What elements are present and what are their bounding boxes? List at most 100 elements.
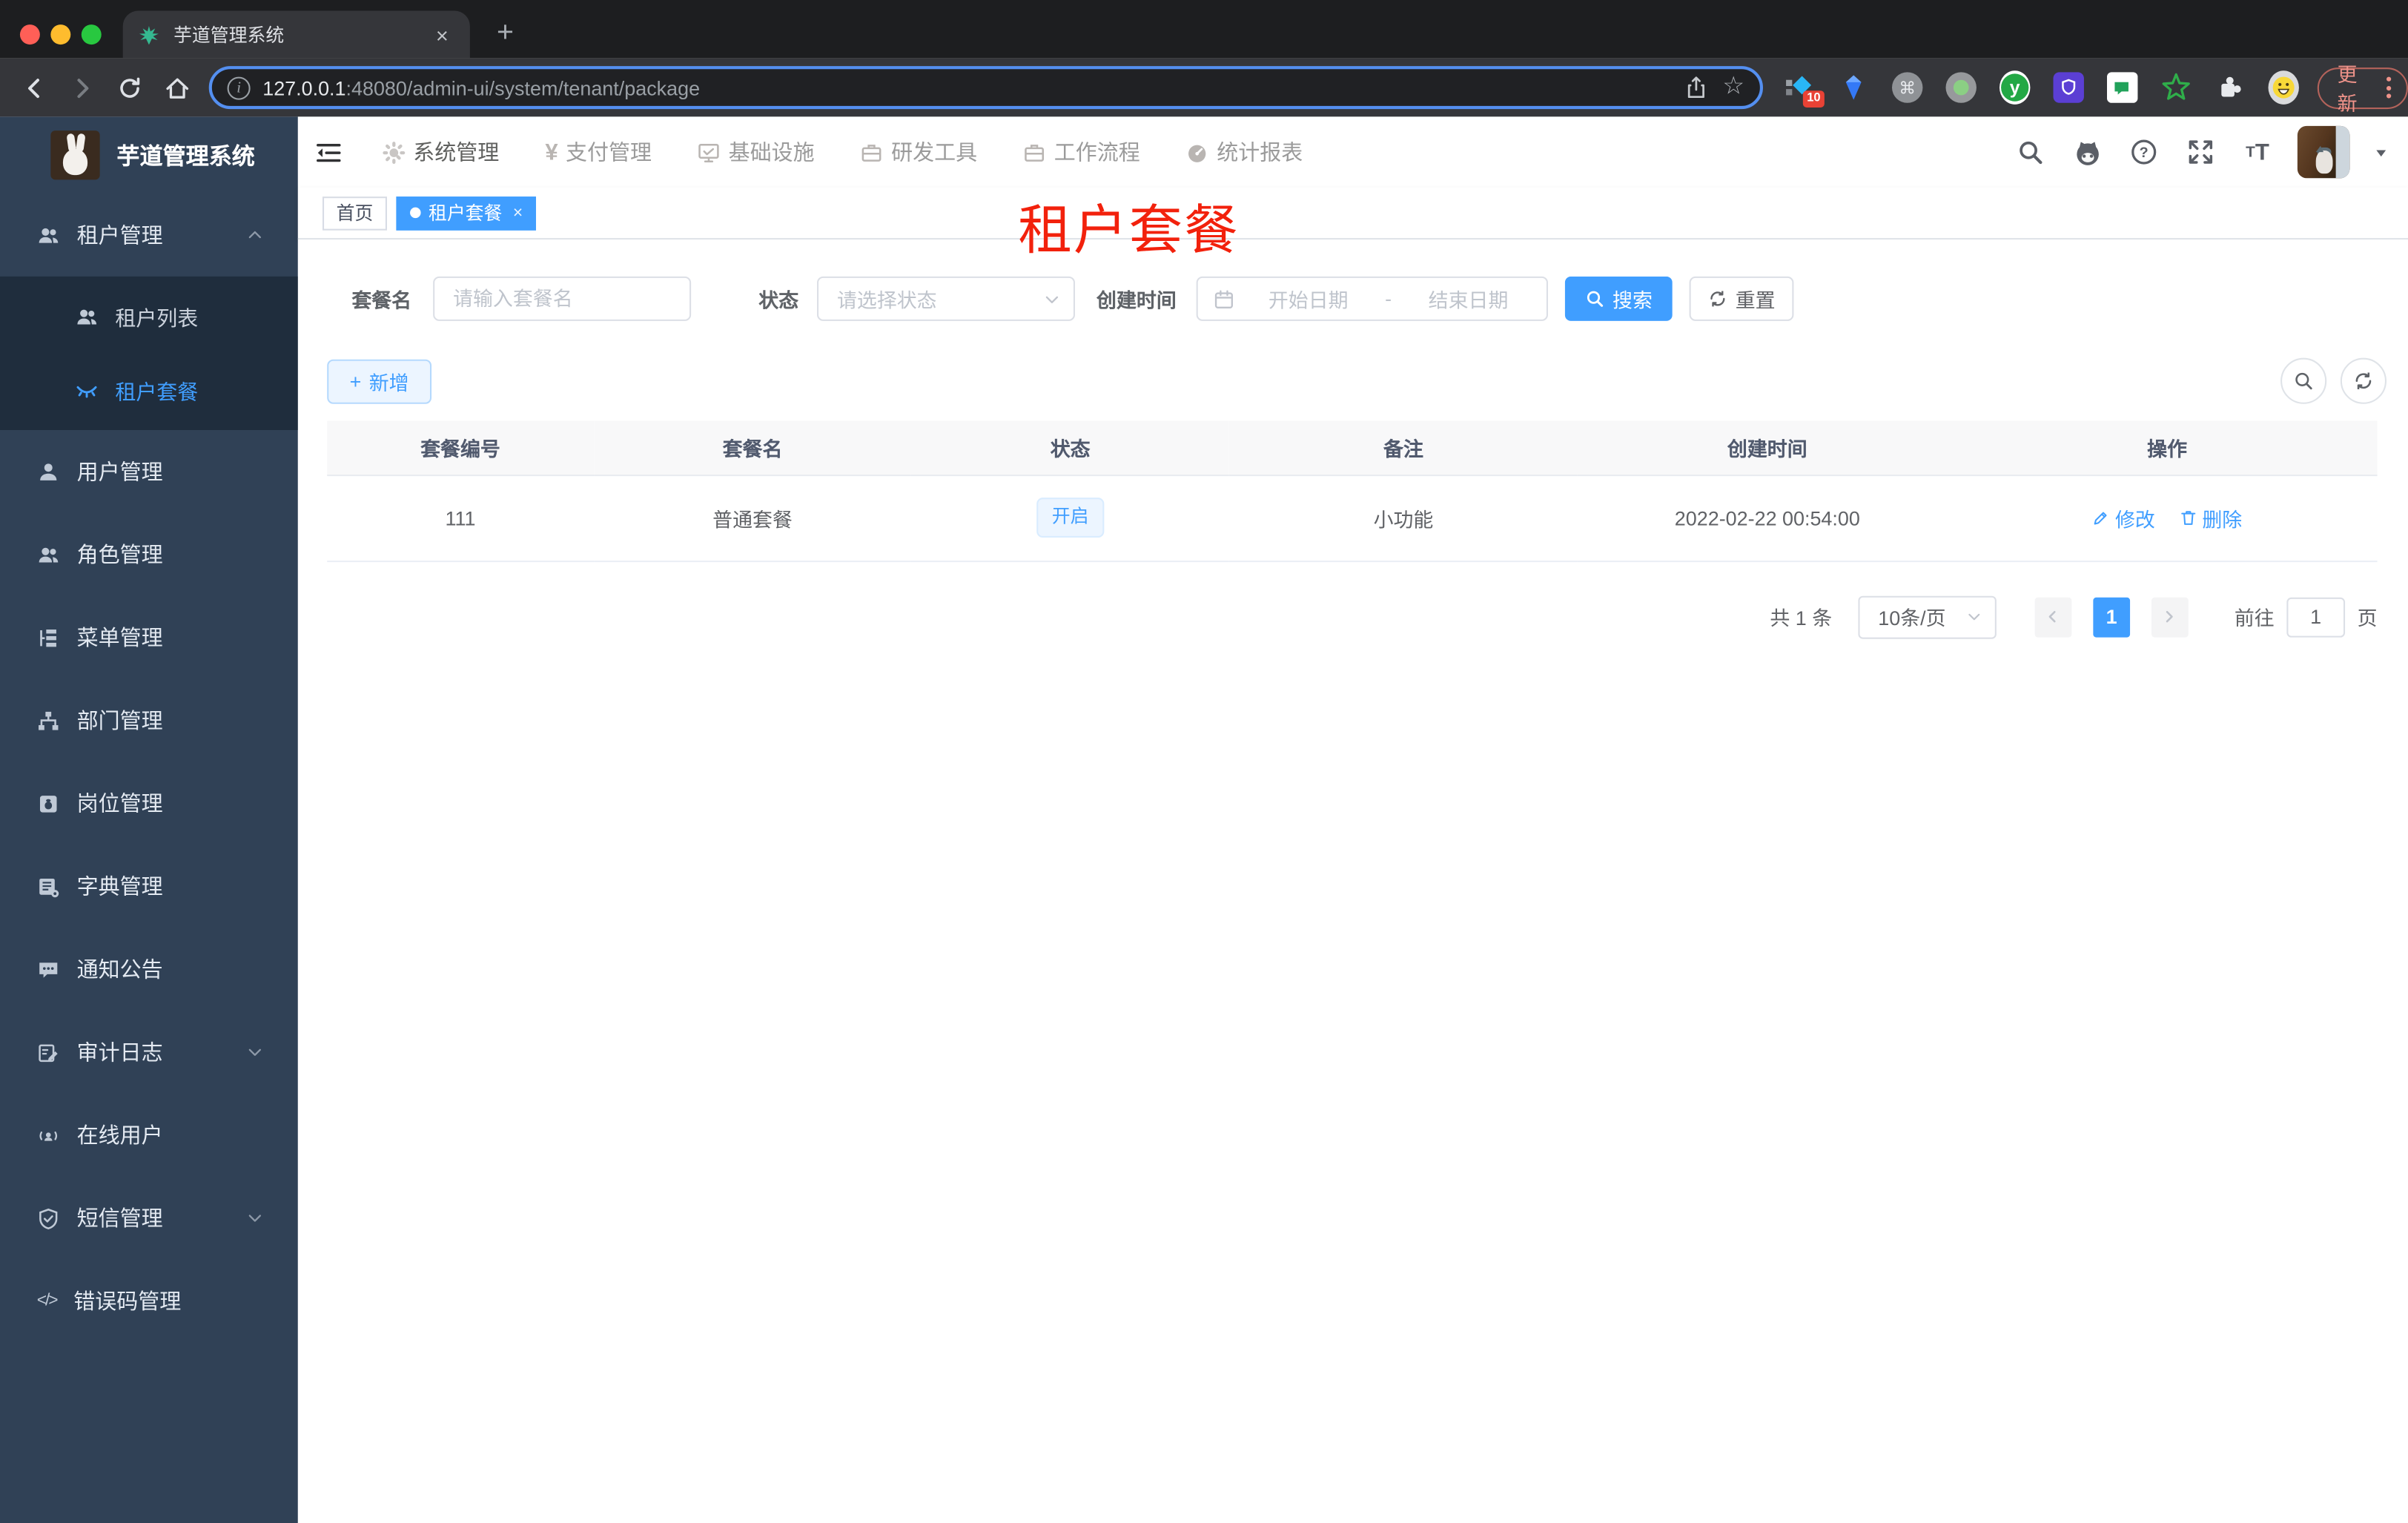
sidebar-item-tenant-package[interactable]: 租户套餐 — [0, 353, 298, 426]
cell-remark: 小功能 — [1228, 475, 1578, 562]
url-text: 127.0.0.1:48080/admin-ui/system/tenant/p… — [262, 76, 1684, 99]
sidebar-item-dict-management[interactable]: 字典管理 — [0, 845, 298, 928]
nav-item-dev-tools[interactable]: 研发工具 — [861, 136, 977, 167]
date-range-picker[interactable]: 开始日期 - 结束日期 — [1196, 276, 1549, 321]
sidebar-item-role-management[interactable]: 角色管理 — [0, 513, 298, 596]
browser-update-button[interactable]: 更新 — [2317, 63, 2408, 115]
ext-command-icon[interactable]: ⌘ — [1891, 70, 1923, 105]
ext-star-icon[interactable] — [2160, 70, 2191, 105]
forward-icon[interactable] — [60, 66, 103, 109]
search-button[interactable]: 搜索 — [1564, 276, 1673, 321]
ext-emoji-icon[interactable] — [2268, 70, 2299, 105]
sidebar-item-label: 租户套餐 — [115, 380, 199, 404]
search-icon[interactable] — [2014, 135, 2048, 169]
active-dot-icon — [410, 207, 421, 219]
sidebar-collapse-icon[interactable] — [315, 139, 343, 165]
ext-gem-icon[interactable] — [1838, 70, 1868, 105]
sidebar-item-menu-management[interactable]: 菜单管理 — [0, 596, 298, 679]
nav-item-workflow[interactable]: 工作流程 — [1023, 136, 1140, 167]
nav-item-infrastructure[interactable]: 基础设施 — [698, 136, 815, 167]
sidebar-item-label: 用户管理 — [76, 459, 163, 484]
ext-record-icon[interactable] — [1945, 70, 1977, 105]
reload-icon[interactable] — [108, 66, 150, 109]
sidebar-item-tenant-list[interactable]: 租户列表 — [0, 280, 298, 353]
fullscreen-icon[interactable] — [2184, 135, 2218, 169]
pagination: 共 1 条 10条/页 1 前往 1 页 — [327, 595, 2378, 638]
page-number-button[interactable]: 1 — [2093, 596, 2131, 637]
browser-tab[interactable]: 芋道管理系统 × — [122, 10, 470, 59]
reset-button[interactable]: 重置 — [1689, 276, 1794, 321]
package-name-input[interactable] — [433, 276, 692, 321]
nav-item-system[interactable]: 系统管理 — [383, 136, 499, 167]
status-filter-label: 状态 — [758, 288, 799, 312]
extensions-puzzle-icon[interactable] — [2214, 70, 2245, 105]
cell-package-id: 111 — [327, 475, 594, 562]
new-tab-button[interactable]: + — [484, 13, 527, 56]
sidebar-item-label: 通知公告 — [76, 957, 163, 982]
sidebar-item-notice[interactable]: 通知公告 — [0, 928, 298, 1011]
sidebar-item-audit-log[interactable]: 审计日志 — [0, 1011, 298, 1094]
show-search-button[interactable] — [2280, 357, 2327, 404]
sidebar-item-user-management[interactable]: 用户管理 — [0, 430, 298, 513]
refresh-table-button[interactable] — [2340, 357, 2386, 404]
prev-page-button[interactable] — [2034, 596, 2072, 637]
column-header: 状态 — [911, 420, 1229, 476]
sidebar-item-sms-management[interactable]: 短信管理 — [0, 1177, 298, 1260]
edit-log-icon — [37, 1040, 60, 1063]
update-label: 更新 — [2337, 62, 2358, 116]
bookmark-star-icon[interactable]: ☆ — [1722, 74, 1744, 100]
tag-tenant-package[interactable]: 租户套餐 × — [396, 196, 537, 230]
nav-item-label: 研发工具 — [891, 139, 978, 165]
app-header: 系统管理 ¥ 支付管理 基础设施 研发工具 工作流程 统计报表 ? T T — [297, 116, 2408, 188]
calendar-icon — [1213, 288, 1234, 309]
ext-chat-icon[interactable] — [2106, 70, 2138, 105]
avatar[interactable] — [2297, 125, 2350, 179]
share-icon[interactable] — [1684, 76, 1707, 100]
screen: 芋道管理系统 × + i 127.0.0.1:48080/admin-ui/sy… — [0, 0, 2408, 1523]
delete-link[interactable]: 删除 — [2179, 503, 2242, 532]
tag-home[interactable]: 首页 — [322, 196, 388, 230]
start-date-input[interactable]: 开始日期 — [1246, 284, 1372, 313]
app-logo[interactable]: 芋道管理系统 — [0, 116, 298, 194]
add-button[interactable]: + 新增 — [327, 358, 432, 403]
browser-menu-icon[interactable] — [2386, 76, 2392, 99]
site-info-icon[interactable]: i — [227, 76, 251, 99]
font-size-icon[interactable]: TT — [2240, 135, 2275, 169]
goto-page-input[interactable] — [2286, 596, 2346, 637]
zoom-window-button[interactable] — [81, 24, 102, 44]
status-select[interactable]: 请选择状态 — [817, 276, 1076, 321]
browser-toolbar: i 127.0.0.1:48080/admin-ui/system/tenant… — [0, 58, 2408, 117]
chat-bubble-icon — [37, 958, 60, 981]
next-page-button[interactable] — [2151, 596, 2189, 637]
sidebar-item-dept-management[interactable]: 部门管理 — [0, 679, 298, 762]
minimize-window-button[interactable] — [50, 24, 71, 44]
ext-diamond-icon[interactable]: 10 — [1784, 70, 1825, 108]
end-date-input[interactable]: 结束日期 — [1406, 284, 1532, 313]
nav-item-payment[interactable]: ¥ 支付管理 — [545, 136, 652, 167]
help-icon[interactable]: ? — [2127, 135, 2161, 169]
app-title: 芋道管理系统 — [116, 143, 255, 170]
nav-item-reports[interactable]: 统计报表 — [1186, 136, 1303, 167]
address-bar[interactable]: i 127.0.0.1:48080/admin-ui/system/tenant… — [208, 66, 1763, 110]
page-size-value: 10条/页 — [1878, 607, 1946, 630]
tag-close-icon[interactable]: × — [513, 203, 523, 222]
ext-shield-icon[interactable] — [2053, 70, 2084, 105]
back-icon[interactable] — [13, 66, 56, 109]
github-icon[interactable] — [2070, 135, 2104, 169]
sidebar-item-tenant-management[interactable]: 租户管理 — [0, 194, 298, 277]
svg-text:?: ? — [2140, 145, 2149, 161]
close-window-button[interactable] — [19, 24, 40, 44]
home-icon[interactable] — [155, 66, 198, 109]
yen-icon: ¥ — [545, 139, 558, 165]
avatar-caret-icon[interactable] — [2372, 144, 2389, 161]
cell-created-at: 2022-02-22 00:54:00 — [1578, 475, 1957, 562]
ext-y-icon[interactable]: y — [1999, 70, 2031, 105]
sidebar-item-label: 部门管理 — [76, 707, 163, 733]
sidebar-item-online-users[interactable]: 在线用户 — [0, 1094, 298, 1177]
page-size-select[interactable]: 10条/页 — [1858, 595, 1997, 638]
sidebar-item-post-management[interactable]: 岗位管理 — [0, 762, 298, 845]
tab-close-icon[interactable]: × — [430, 22, 455, 47]
nav-item-label: 支付管理 — [565, 139, 652, 165]
edit-link[interactable]: 修改 — [2092, 503, 2155, 532]
sidebar-item-error-code[interactable]: </> 错误码管理 — [0, 1260, 298, 1343]
